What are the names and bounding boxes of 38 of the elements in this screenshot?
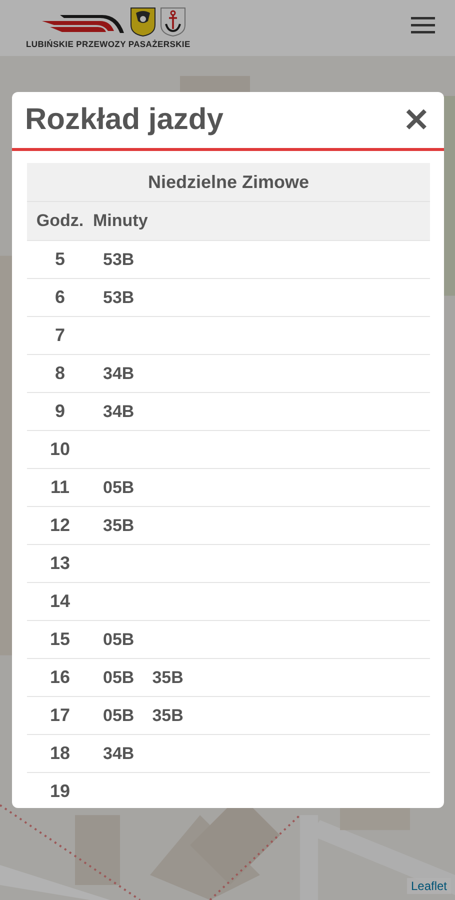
- dialog-title: Rozkład jazdy: [25, 103, 224, 137]
- minute-cell: 05B: [103, 630, 134, 650]
- minute-cell: 05B: [103, 706, 134, 726]
- hour-cell-text: 19: [48, 781, 72, 802]
- hour-cell-text: 16: [48, 667, 72, 688]
- menu-icon[interactable]: [411, 16, 435, 34]
- hour-cell-text: 14: [48, 591, 72, 612]
- hour-cell-text: 11: [49, 477, 71, 498]
- minute-cell: 53B: [103, 250, 134, 270]
- coat-of-arms-icon: [130, 7, 156, 37]
- minute-cell: 34B: [103, 364, 134, 384]
- minute-cell: 34B: [103, 402, 134, 422]
- column-header: Godz.: [35, 211, 85, 231]
- minute-cell: 35B: [152, 668, 184, 688]
- hour-cell-text: 8: [54, 363, 66, 384]
- minute-cell: 05B: [103, 668, 134, 688]
- logo-text: LUBIŃSKIE PRZEWOZY PASAŻERSKIE: [26, 39, 190, 49]
- hour-cell-text: 9: [54, 401, 66, 422]
- minute-cell: 35B: [103, 516, 134, 536]
- minute-cell: 05B: [103, 478, 134, 498]
- swoosh-logo-icon: [40, 13, 126, 35]
- anchor-shield-icon: [160, 7, 186, 37]
- hour-cell-text: 12: [48, 515, 72, 536]
- table-caption: Niedzielne Zimowe: [27, 163, 430, 201]
- hour-cell-text: 13: [48, 553, 72, 574]
- hour-cell-text: 5: [54, 249, 66, 270]
- minute-cell: 53B: [103, 288, 134, 308]
- close-button[interactable]: ✕: [403, 104, 430, 136]
- leaflet-attribution-link[interactable]: Leaflet: [406, 878, 451, 894]
- column-header: Minuty: [93, 211, 148, 231]
- hour-cell-text: 17: [48, 705, 72, 726]
- hour-cell-text: 15: [48, 629, 72, 650]
- hour-cell-text: 7: [54, 325, 66, 346]
- minute-cell: 34B: [103, 744, 134, 764]
- hour-cell-text: 6: [54, 287, 66, 308]
- hour-cell-text: 10: [48, 439, 72, 460]
- minute-cell: 35B: [152, 706, 184, 726]
- hour-cell-text: 18: [48, 743, 72, 764]
